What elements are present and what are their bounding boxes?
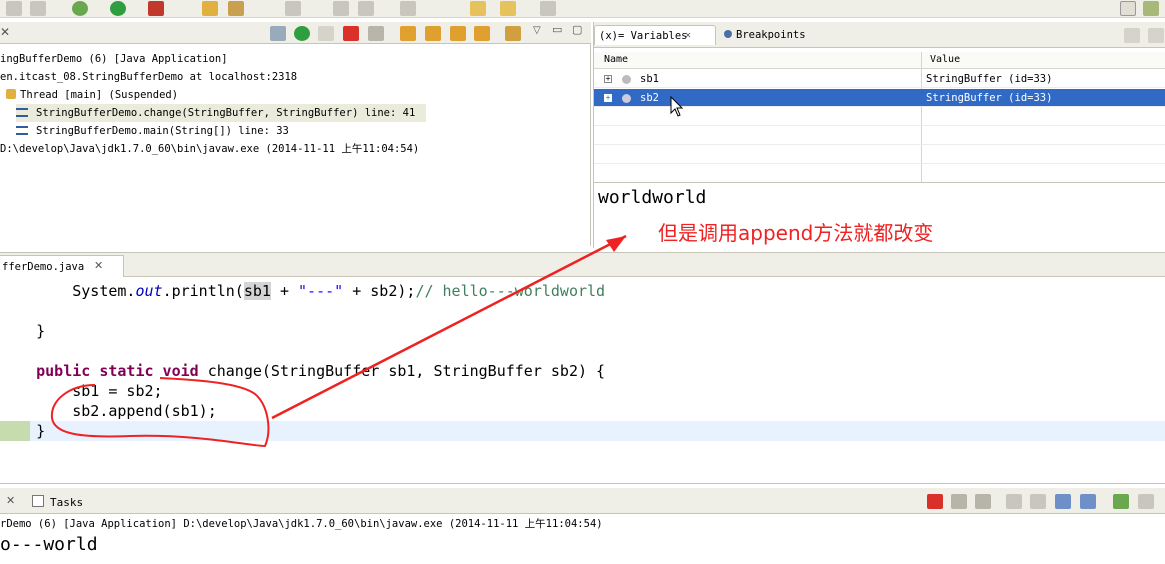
annotation-arrowhead [606, 236, 626, 252]
annotation-overlay [50, 234, 627, 448]
annotation-circle [50, 377, 270, 448]
annotation-arrow-line [271, 234, 627, 420]
